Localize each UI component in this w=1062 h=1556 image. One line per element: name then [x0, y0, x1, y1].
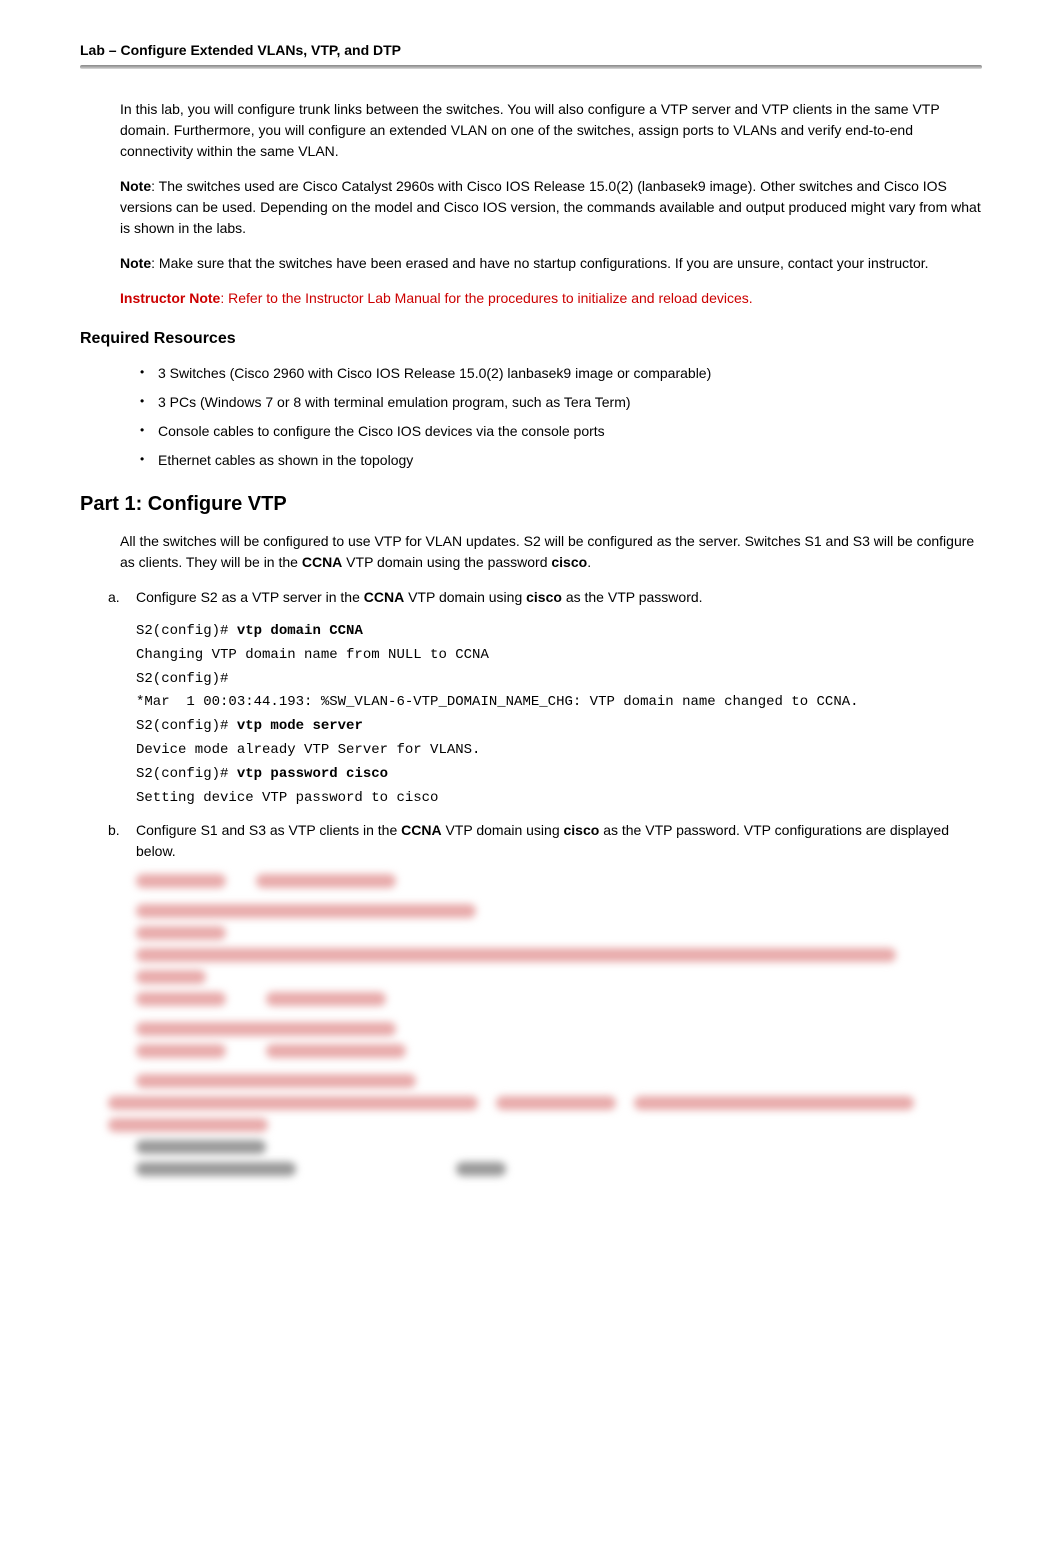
note-2-text: : Make sure that the switches have been … [151, 255, 928, 271]
blurred-code-block [136, 874, 982, 1088]
code-line: Device mode already VTP Server for VLANS… [136, 742, 480, 758]
code-cmd: vtp mode server [237, 718, 363, 734]
intro-paragraph: In this lab, you will configure trunk li… [120, 99, 982, 162]
step-b: b. Configure S1 and S3 as VTP clients in… [108, 820, 982, 862]
required-resources-list: 3 Switches (Cisco 2960 with Cisco IOS Re… [140, 363, 982, 471]
code-cmd: vtp password cisco [237, 766, 388, 782]
bold-span: CCNA [364, 589, 404, 605]
list-item: 3 Switches (Cisco 2960 with Cisco IOS Re… [140, 363, 982, 384]
instructor-note-text: : Refer to the Instructor Lab Manual for… [220, 290, 752, 306]
part-1-intro-text: All the switches will be configured to u… [120, 531, 982, 573]
text-span: as the VTP password. [562, 589, 703, 605]
text-span: . [587, 554, 591, 570]
text-span: VTP domain using [442, 822, 564, 838]
note-2-label: Note [120, 255, 151, 271]
instructor-note: Instructor Note: Refer to the Instructor… [120, 288, 982, 309]
bold-span: cisco [564, 822, 600, 838]
part-1-heading: Part 1: Configure VTP [80, 489, 982, 519]
code-line: S2(config)# [136, 671, 228, 687]
list-item: Console cables to configure the Cisco IO… [140, 421, 982, 442]
note-2: Note: Make sure that the switches have b… [120, 253, 982, 274]
text-span: VTP domain using [404, 589, 526, 605]
blurred-line [136, 1118, 982, 1132]
text-span: Configure S2 as a VTP server in the [136, 589, 364, 605]
code-line: S2(config)# [136, 623, 237, 639]
code-cmd: vtp domain CCNA [237, 623, 363, 639]
intro-block: In this lab, you will configure trunk li… [120, 99, 982, 309]
code-line: S2(config)# [136, 766, 237, 782]
bold-span: CCNA [302, 554, 342, 570]
instructor-note-label: Instructor Note [120, 290, 220, 306]
step-b-text: Configure S1 and S3 as VTP clients in th… [136, 820, 982, 862]
page-header-title: Lab – Configure Extended VLANs, VTP, and… [80, 40, 982, 61]
bold-span: CCNA [401, 822, 441, 838]
step-a: a. Configure S2 as a VTP server in the C… [108, 587, 982, 608]
step-letter-b: b. [108, 820, 136, 862]
note-1: Note: The switches used are Cisco Cataly… [120, 176, 982, 239]
part-1-intro: All the switches will be configured to u… [120, 531, 982, 573]
required-resources-heading: Required Resources [80, 327, 982, 351]
list-item: 3 PCs (Windows 7 or 8 with terminal emul… [140, 392, 982, 413]
list-item: Ethernet cables as shown in the topology [140, 450, 982, 471]
note-1-text: : The switches used are Cisco Catalyst 2… [120, 178, 981, 236]
text-span: Configure S1 and S3 as VTP clients in th… [136, 822, 401, 838]
step-letter-a: a. [108, 587, 136, 608]
code-line: *Mar 1 00:03:44.193: %SW_VLAN-6-VTP_DOMA… [136, 694, 859, 710]
code-line: Setting device VTP password to cisco [136, 790, 438, 806]
code-line: S2(config)# [136, 718, 237, 734]
code-block-step-a: S2(config)# vtp domain CCNA Changing VTP… [136, 620, 982, 810]
step-a-text: Configure S2 as a VTP server in the CCNA… [136, 587, 982, 608]
blurred-output [136, 1140, 982, 1176]
header-divider [80, 65, 982, 69]
text-span: VTP domain using the password [342, 554, 551, 570]
note-1-label: Note [120, 178, 151, 194]
code-line: Changing VTP domain name from NULL to CC… [136, 647, 489, 663]
bold-span: cisco [526, 589, 562, 605]
blurred-step-c [108, 1096, 982, 1110]
bold-span: cisco [551, 554, 587, 570]
